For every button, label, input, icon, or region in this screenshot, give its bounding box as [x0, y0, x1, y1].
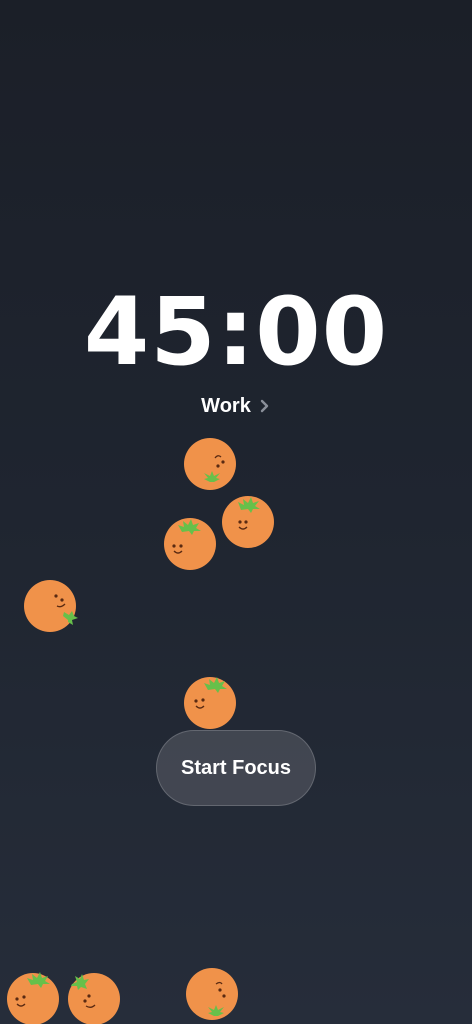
tomato-icon	[7, 972, 59, 1024]
tomato-icon	[24, 580, 78, 632]
mode-label: Work	[201, 395, 251, 417]
tomato-icon	[68, 973, 120, 1024]
chevron-right-icon	[259, 398, 271, 414]
start-focus-button[interactable]: Start Focus	[156, 730, 316, 806]
tomato-icon	[186, 968, 238, 1020]
timer-display: 45:00	[83, 278, 389, 387]
tomato-icon	[184, 438, 236, 490]
tomato-icon	[164, 518, 216, 570]
tomato-icon	[184, 677, 236, 729]
tomato-icon	[222, 496, 274, 548]
mode-selector[interactable]: Work	[0, 392, 472, 420]
